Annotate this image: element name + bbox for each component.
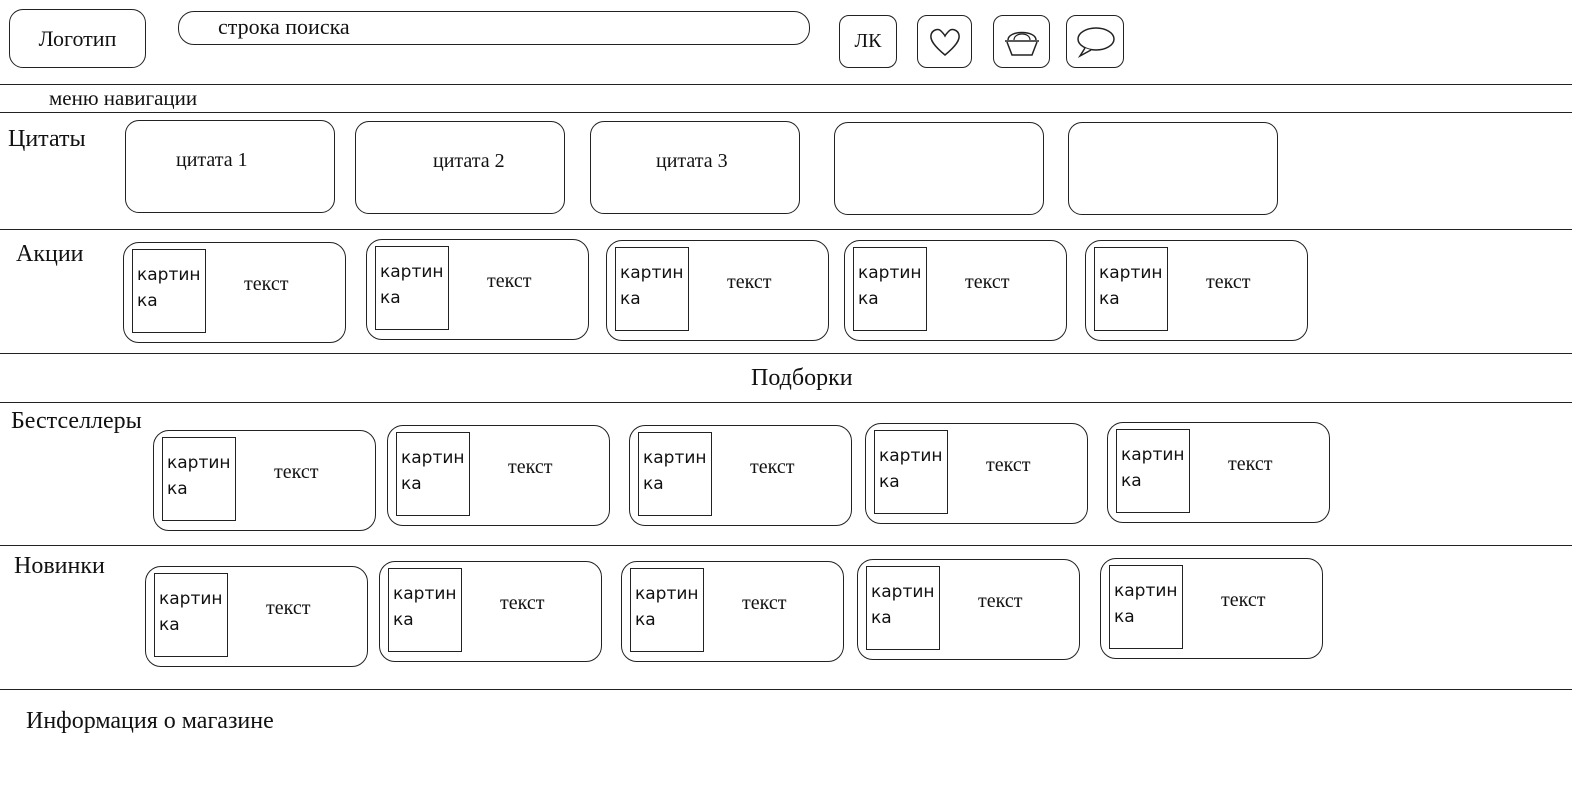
bestseller-card[interactable]: картинка текст bbox=[153, 430, 376, 531]
account-button[interactable]: ЛК bbox=[839, 15, 897, 68]
bestseller-card[interactable]: картинка текст bbox=[1107, 422, 1330, 523]
new-arrival-card[interactable]: картинка текст bbox=[857, 559, 1080, 660]
card-image: картинка bbox=[132, 249, 206, 333]
new-arrival-card[interactable]: картинка текст bbox=[145, 566, 368, 667]
card-image: картинка bbox=[396, 432, 470, 516]
card-image: картинка bbox=[853, 247, 927, 331]
card-image: картинка bbox=[388, 568, 462, 652]
bestseller-card[interactable]: картинка текст bbox=[865, 423, 1088, 524]
promo-card[interactable]: картинка текст bbox=[1085, 240, 1308, 341]
card-image: картинка bbox=[1109, 565, 1183, 649]
chat-button[interactable] bbox=[1066, 15, 1124, 68]
account-label: ЛК bbox=[854, 30, 882, 52]
card-image: картинка bbox=[1116, 429, 1190, 513]
search-placeholder: строка поиска bbox=[218, 14, 350, 39]
bestsellers-title: Бестселлеры bbox=[11, 408, 142, 434]
quotes-title: Цитаты bbox=[8, 126, 86, 152]
card-text: текст bbox=[274, 461, 319, 483]
card-text: текст bbox=[750, 456, 795, 478]
logo[interactable]: Логотип bbox=[9, 9, 146, 68]
header-divider bbox=[0, 84, 1572, 85]
card-text: текст bbox=[978, 590, 1023, 612]
quote-card[interactable] bbox=[834, 122, 1044, 215]
card-image: картинка bbox=[638, 432, 712, 516]
card-image: картинка bbox=[874, 430, 948, 514]
card-text: текст bbox=[727, 271, 772, 293]
quote-card[interactable]: цитата 2 bbox=[355, 121, 565, 214]
promo-card[interactable]: картинка текст bbox=[366, 239, 589, 340]
nav-menu[interactable]: меню навигации bbox=[49, 86, 197, 111]
card-text: текст bbox=[508, 456, 553, 478]
card-image: картинка bbox=[1094, 247, 1168, 331]
quote-card[interactable]: цитата 3 bbox=[590, 121, 800, 214]
quote-text: цитата 1 bbox=[176, 149, 248, 171]
promo-card[interactable]: картинка текст bbox=[123, 242, 346, 343]
quote-text: цитата 2 bbox=[433, 150, 505, 172]
card-text: текст bbox=[986, 454, 1031, 476]
chat-icon bbox=[1077, 26, 1115, 58]
basket-icon bbox=[1004, 31, 1039, 56]
quotes-divider bbox=[0, 229, 1572, 230]
new-arrivals-divider bbox=[0, 689, 1572, 690]
promo-card[interactable]: картинка текст bbox=[606, 240, 829, 341]
quote-text: цитата 3 bbox=[656, 150, 728, 172]
card-image: картинка bbox=[154, 573, 228, 657]
card-text: текст bbox=[1228, 453, 1273, 475]
heart-icon bbox=[929, 28, 960, 56]
store-info: Информация о магазине bbox=[26, 708, 274, 734]
card-image: картинка bbox=[866, 566, 940, 650]
card-image: картинка bbox=[375, 246, 449, 330]
new-arrival-card[interactable]: картинка текст bbox=[1100, 558, 1323, 659]
card-image: картинка bbox=[615, 247, 689, 331]
new-arrival-card[interactable]: картинка текст bbox=[379, 561, 602, 662]
bestsellers-divider bbox=[0, 545, 1572, 546]
card-text: текст bbox=[742, 592, 787, 614]
card-text: текст bbox=[487, 270, 532, 292]
card-text: текст bbox=[244, 273, 289, 295]
collections-divider bbox=[0, 402, 1572, 403]
quote-card[interactable]: цитата 1 bbox=[125, 120, 335, 213]
cart-button[interactable] bbox=[993, 15, 1050, 68]
promo-card[interactable]: картинка текст bbox=[844, 240, 1067, 341]
favorites-button[interactable] bbox=[917, 15, 972, 68]
card-text: текст bbox=[500, 592, 545, 614]
promos-divider bbox=[0, 353, 1572, 354]
promos-title: Акции bbox=[16, 241, 84, 267]
card-text: текст bbox=[1221, 589, 1266, 611]
new-arrivals-title: Новинки bbox=[14, 553, 105, 579]
collections-title[interactable]: Подборки bbox=[751, 365, 853, 392]
card-text: текст bbox=[1206, 271, 1251, 293]
new-arrival-card[interactable]: картинка текст bbox=[621, 561, 844, 662]
card-image: картинка bbox=[162, 437, 236, 521]
quote-card[interactable] bbox=[1068, 122, 1278, 215]
card-text: текст bbox=[266, 597, 311, 619]
nav-divider bbox=[0, 112, 1572, 113]
card-image: картинка bbox=[630, 568, 704, 652]
card-text: текст bbox=[965, 271, 1010, 293]
bestseller-card[interactable]: картинка текст bbox=[387, 425, 610, 526]
search-bar[interactable]: строка поиска bbox=[178, 11, 810, 45]
bestseller-card[interactable]: картинка текст bbox=[629, 425, 852, 526]
